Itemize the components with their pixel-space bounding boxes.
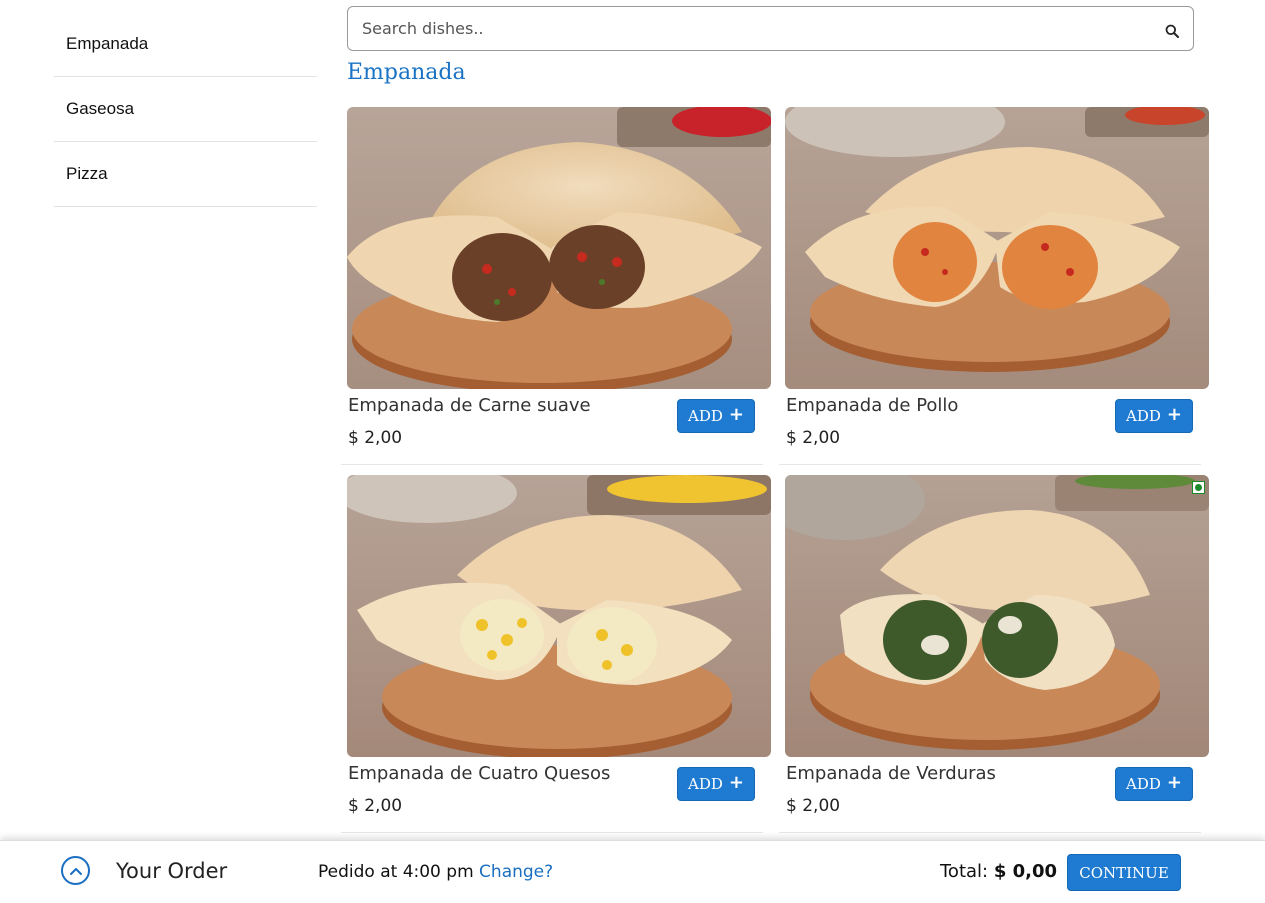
chevron-up-icon[interactable] xyxy=(61,856,90,885)
plus-icon: + xyxy=(1166,772,1182,793)
sidebar-item-label: Gaseosa xyxy=(66,99,135,118)
sidebar-item-pizza[interactable]: Pizza xyxy=(54,142,317,207)
dish-card: Empanada de Cuatro Quesos $ 2,00 ADD + xyxy=(341,475,771,833)
dish-card: Empanada de Verduras $ 2,00 ADD + xyxy=(779,475,1209,833)
sidebar-item-gaseosa[interactable]: Gaseosa xyxy=(54,77,317,142)
order-total: Total: $ 0,00 xyxy=(940,861,1057,882)
dish-name: Empanada de Verduras xyxy=(786,763,996,784)
search-box xyxy=(347,6,1194,51)
divider xyxy=(341,832,763,833)
dish-price: $ 2,00 xyxy=(786,796,841,816)
continue-button[interactable]: CONTINUE xyxy=(1067,854,1181,891)
dish-name: Empanada de Cuatro Quesos xyxy=(348,763,611,784)
plus-icon: + xyxy=(728,772,744,793)
dish-image[interactable] xyxy=(347,475,771,757)
dish-image[interactable] xyxy=(785,107,1209,389)
dish-card: Empanada de Carne suave $ 2,00 ADD + xyxy=(341,107,771,465)
order-title: Your Order xyxy=(116,859,228,883)
divider xyxy=(779,464,1201,465)
total-value: $ 0,00 xyxy=(993,861,1058,882)
change-time-link[interactable]: Change? xyxy=(479,862,553,882)
pickup-time-text: Pedido at 4:00 pm xyxy=(318,862,474,882)
dish-name: Empanada de Carne suave xyxy=(348,395,591,416)
add-button-label: ADD xyxy=(1126,775,1161,793)
veg-badge-icon xyxy=(1192,481,1205,494)
sidebar-item-label: Pizza xyxy=(66,164,108,183)
plus-icon: + xyxy=(1166,404,1182,425)
add-button[interactable]: ADD + xyxy=(677,399,755,433)
dish-card: Empanada de Pollo $ 2,00 ADD + xyxy=(779,107,1209,465)
dish-price: $ 2,00 xyxy=(786,428,841,448)
divider xyxy=(341,464,763,465)
pickup-time: Pedido at 4:00 pm Change? xyxy=(318,862,553,882)
dish-price: $ 2,00 xyxy=(348,796,403,816)
order-bar: Your Order Pedido at 4:00 pm Change? Tot… xyxy=(0,840,1265,903)
divider xyxy=(779,832,1201,833)
add-button[interactable]: ADD + xyxy=(1115,399,1193,433)
search-input[interactable] xyxy=(362,19,1163,38)
dish-price: $ 2,00 xyxy=(348,428,403,448)
search-icon[interactable] xyxy=(1163,22,1181,40)
plus-icon: + xyxy=(728,404,744,425)
add-button[interactable]: ADD + xyxy=(1115,767,1193,801)
dish-image[interactable] xyxy=(785,475,1209,757)
add-button-label: ADD xyxy=(688,775,723,793)
add-button[interactable]: ADD + xyxy=(677,767,755,801)
category-sidebar: Empanada Gaseosa Pizza xyxy=(54,12,317,207)
dish-name: Empanada de Pollo xyxy=(786,395,959,416)
dish-image[interactable] xyxy=(347,107,771,389)
add-button-label: ADD xyxy=(688,407,723,425)
add-button-label: ADD xyxy=(1126,407,1161,425)
sidebar-item-label: Empanada xyxy=(66,34,149,53)
sidebar-item-empanada[interactable]: Empanada xyxy=(54,12,317,77)
section-title: Empanada xyxy=(347,60,466,85)
total-label: Total: xyxy=(940,861,989,882)
